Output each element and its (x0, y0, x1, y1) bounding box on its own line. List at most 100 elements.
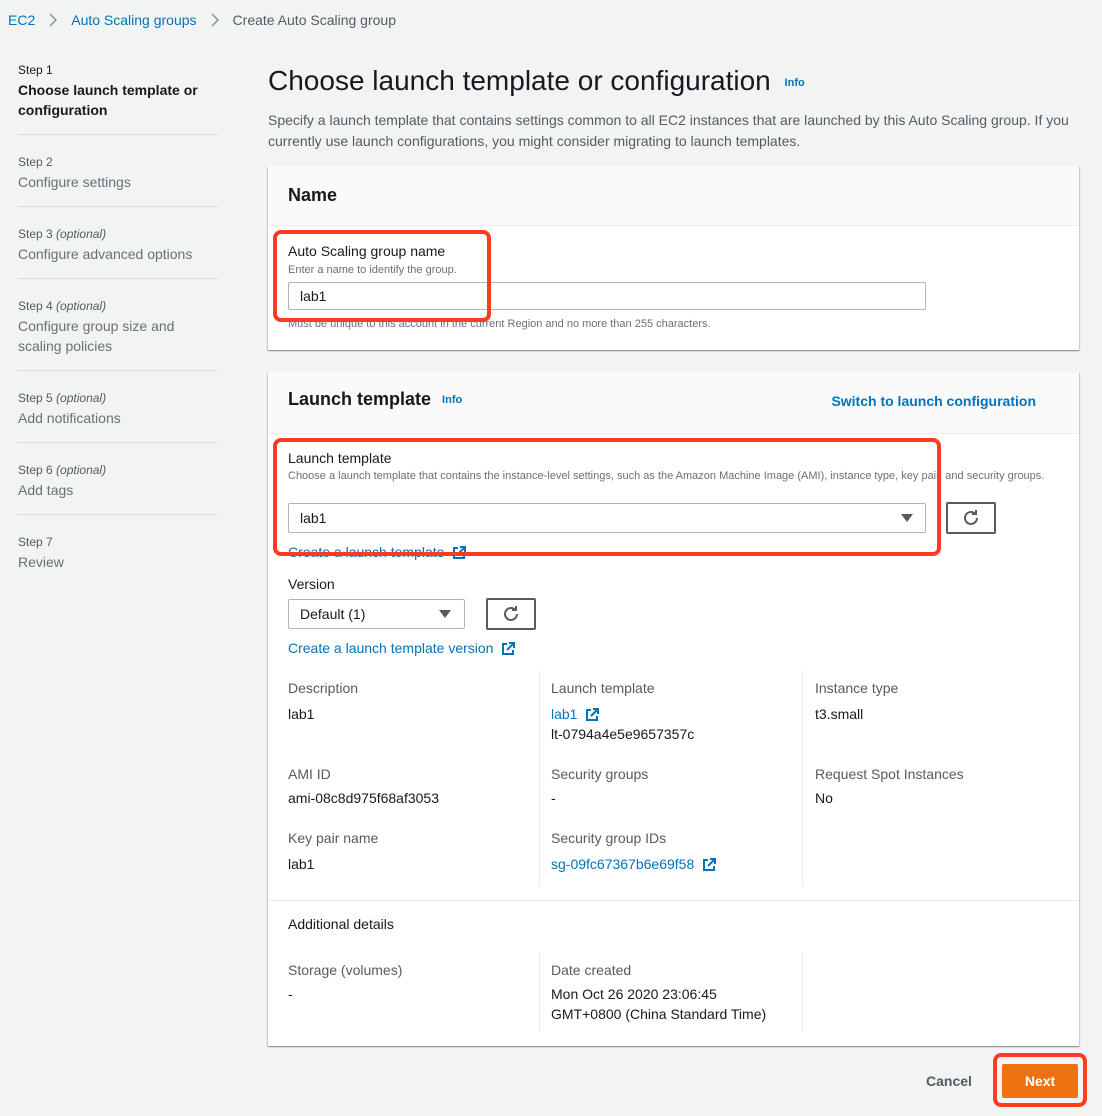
step-number: Step 2 (18, 155, 53, 169)
key-pair-label: Key pair name (288, 830, 379, 846)
step-4[interactable]: Step 4 (optional) Configure group size a… (18, 279, 218, 371)
column-divider (802, 670, 803, 887)
asg-name-hint: Enter a name to identify the group. (288, 264, 457, 276)
page-description: Specify a launch template that contains … (268, 112, 1069, 149)
step-number: Step 7 (18, 535, 53, 549)
version-selected: Default (1) (300, 606, 366, 622)
step-3[interactable]: Step 3 (optional) Configure advanced opt… (18, 207, 218, 279)
launch-template-label: Launch template (288, 450, 392, 466)
lt-id-value: lt-0794a4e5e9657357c (551, 726, 695, 742)
cancel-button[interactable]: Cancel (912, 1070, 986, 1092)
step-6[interactable]: Step 6 (optional) Add tags (18, 443, 218, 515)
info-link[interactable]: Info (785, 77, 805, 89)
external-link-icon (452, 546, 467, 560)
step-number: Step 5 (optional) (18, 391, 107, 405)
additional-details-title: Additional details (288, 916, 394, 932)
step-optional: (optional) (56, 391, 107, 405)
step-optional: (optional) (56, 227, 107, 241)
name-panel-header: Name (268, 166, 1079, 226)
ami-id-label: AMI ID (288, 766, 331, 782)
step-2[interactable]: Step 2 Configure settings (18, 135, 218, 207)
breadcrumb-ec2[interactable]: EC2 (8, 12, 35, 28)
launch-template-panel-header: Launch template Info Switch to launch co… (268, 372, 1079, 434)
date-created-label: Date created (551, 962, 632, 978)
step-title: Choose launch template or configuration (18, 82, 198, 118)
wizard-steps: Step 1 Choose launch template or configu… (18, 62, 218, 575)
refresh-icon (964, 510, 978, 525)
date-created-line1: Mon Oct 26 2020 23:06:45 (551, 986, 717, 1002)
launch-template-selected: lab1 (300, 510, 327, 526)
step-title: Review (18, 554, 64, 570)
security-group-ids-label: Security group IDs (551, 830, 667, 846)
step-title: Add tags (18, 482, 74, 498)
section-divider (268, 900, 1079, 901)
next-button[interactable]: Next (1002, 1064, 1078, 1098)
info-link[interactable]: Info (442, 394, 462, 406)
step-title: Configure group size and scaling policie… (18, 318, 175, 354)
security-group-id-link[interactable]: sg-09fc67367b6e69f58 (551, 856, 717, 872)
asg-name-input[interactable]: lab1 (288, 282, 926, 310)
launch-template-select[interactable]: lab1 (288, 503, 926, 533)
storage-value: - (288, 986, 293, 1002)
lt-link[interactable]: lab1 (551, 706, 600, 722)
step-optional: (optional) (56, 463, 107, 477)
refresh-icon (504, 606, 518, 621)
column-divider (539, 670, 540, 887)
create-launch-template-link[interactable]: Create a launch template (288, 544, 467, 560)
link-text: Create a launch template version (288, 640, 494, 656)
panel-title-text: Launch template (288, 389, 432, 409)
chevron-right-icon (49, 13, 58, 27)
column-divider (802, 952, 803, 1032)
chevron-right-icon (211, 13, 219, 27)
lt-label: Launch template (551, 680, 655, 696)
breadcrumb-current: Create Auto Scaling group (232, 12, 396, 28)
step-title: Add notifications (18, 410, 121, 426)
version-label: Version (288, 576, 335, 592)
column-divider (539, 952, 540, 1032)
step-title: Configure advanced options (18, 246, 193, 262)
security-groups-value: - (551, 790, 556, 806)
refresh-launch-templates-button[interactable] (946, 502, 996, 534)
security-groups-label: Security groups (551, 766, 649, 782)
step-5[interactable]: Step 5 (optional) Add notifications (18, 371, 218, 443)
refresh-versions-button[interactable] (486, 598, 536, 630)
caret-down-icon (439, 610, 451, 618)
asg-name-label: Auto Scaling group name (288, 243, 446, 259)
date-created-line2: GMT+0800 (China Standard Time) (551, 1006, 767, 1022)
spot-label: Request Spot Instances (815, 766, 964, 782)
page-title: Choose launch template or configuration … (268, 62, 805, 102)
spot-value: No (815, 790, 833, 806)
page-title-text: Choose launch template or configuration (268, 65, 771, 96)
step-optional: (optional) (56, 299, 107, 313)
step-1: Step 1 Choose launch template or configu… (18, 62, 218, 135)
step-number: Step 3 (optional) (18, 227, 107, 241)
external-link-icon (501, 642, 516, 656)
launch-template-hint: Choose a launch template that contains t… (288, 470, 1045, 482)
caret-down-icon (901, 514, 913, 522)
breadcrumb: EC2 Auto Scaling groups Create Auto Scal… (8, 10, 396, 30)
create-launch-template-version-link[interactable]: Create a launch template version (288, 640, 516, 656)
external-link-icon (702, 858, 717, 872)
asg-name-constraint: Must be unique to this account in the cu… (288, 318, 711, 330)
instance-type-label: Instance type (815, 680, 899, 696)
name-panel: Name Auto Scaling group name Enter a nam… (268, 166, 1079, 350)
description-label: Description (288, 680, 359, 696)
name-panel-title: Name (288, 185, 338, 205)
step-number: Step 1 (18, 63, 53, 77)
step-title: Configure settings (18, 174, 131, 190)
launch-template-panel: Launch template Info Switch to launch co… (268, 372, 1079, 1046)
link-text: lab1 (551, 706, 578, 722)
step-number: Step 4 (optional) (18, 299, 107, 313)
link-text: Create a launch template (288, 544, 445, 560)
step-7[interactable]: Step 7 Review (18, 515, 218, 575)
version-select[interactable]: Default (1) (288, 599, 465, 629)
breadcrumb-auto-scaling-groups[interactable]: Auto Scaling groups (71, 12, 196, 28)
storage-label: Storage (volumes) (288, 962, 403, 978)
link-text: sg-09fc67367b6e69f58 (551, 856, 695, 872)
switch-to-launch-configuration-link[interactable]: Switch to launch configuration (831, 393, 1036, 409)
step-number: Step 6 (optional) (18, 463, 107, 477)
instance-type-value: t3.small (815, 706, 864, 722)
key-pair-value: lab1 (288, 856, 315, 872)
ami-id-value: ami-08c8d975f68af3053 (288, 790, 440, 806)
description-value: lab1 (288, 706, 315, 722)
